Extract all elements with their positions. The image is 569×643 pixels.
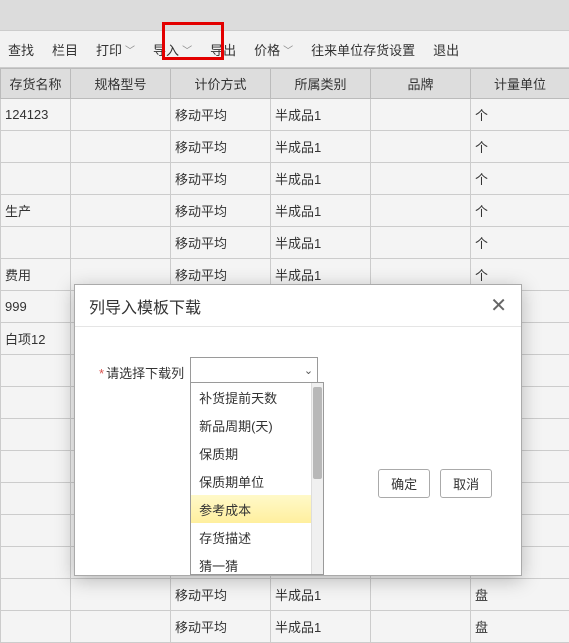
scrollbar-thumb[interactable]	[313, 387, 322, 479]
required-asterisk: *	[99, 366, 104, 381]
cancel-button[interactable]: 取消	[440, 469, 492, 498]
dropdown-option[interactable]: 参考成本	[191, 495, 323, 523]
dropdown-option[interactable]: 保质期	[191, 439, 323, 467]
close-icon[interactable]: ✕	[490, 293, 507, 318]
dropdown-option[interactable]: 猜一猜	[191, 551, 323, 574]
dropdown-option[interactable]: 新品周期(天)	[191, 411, 323, 439]
ok-button[interactable]: 确定	[378, 469, 430, 498]
dropdown-option[interactable]: 保质期单位	[191, 467, 323, 495]
chevron-down-icon: ⌄	[304, 364, 313, 377]
download-column-select[interactable]: ⌄	[190, 357, 318, 383]
field-label: *请选择下载列	[99, 363, 184, 382]
scrollbar[interactable]	[311, 383, 323, 574]
column-import-template-dialog: 列导入模板下载 ✕ *请选择下载列 ⌄ 补货提前天数新品周期(天)保质期保质期单…	[74, 284, 522, 576]
dropdown-option[interactable]: 补货提前天数	[191, 383, 323, 411]
select-dropdown: 补货提前天数新品周期(天)保质期保质期单位参考成本存货描述猜一猜	[190, 382, 324, 575]
dropdown-option[interactable]: 存货描述	[191, 523, 323, 551]
dialog-title: 列导入模板下载	[89, 294, 201, 318]
